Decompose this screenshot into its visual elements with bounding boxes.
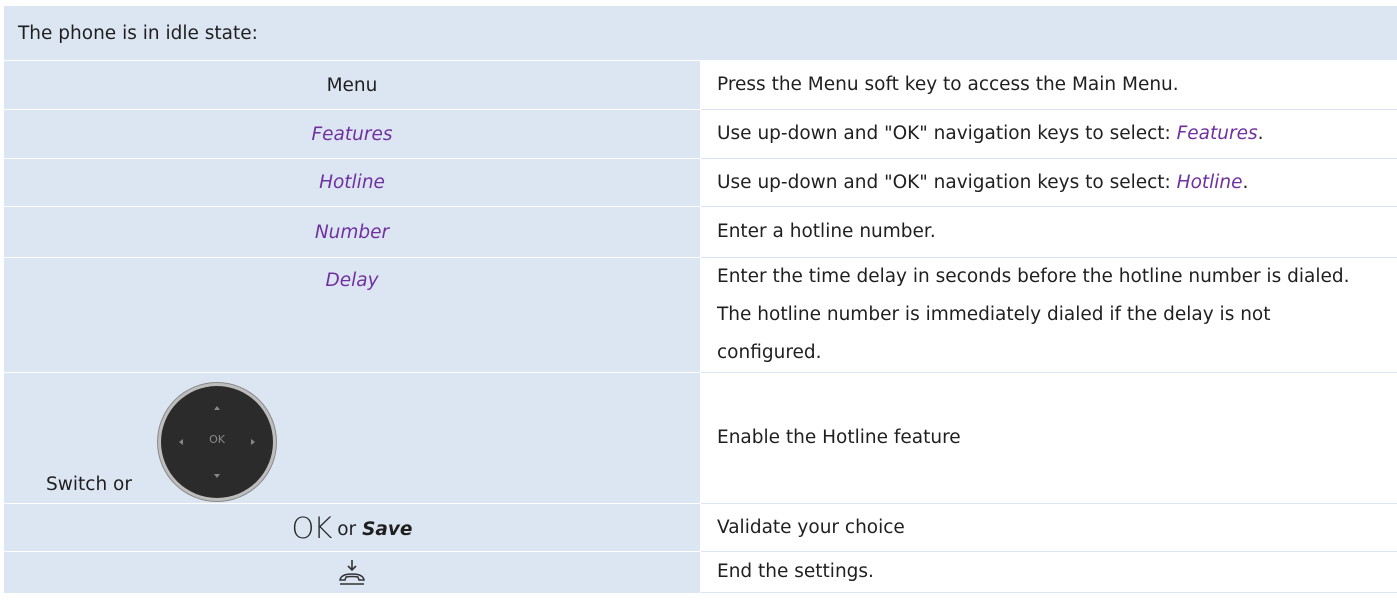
step-row: OK or Save Validate your choice <box>4 503 1397 552</box>
menu-item-hotline: Hotline <box>1176 171 1243 193</box>
or-text: or <box>337 518 357 540</box>
step-row: Menu Press the Menu soft key to access t… <box>4 60 1397 110</box>
step-description: Validate your choice <box>700 503 1397 552</box>
step-description: Enter the time delay in seconds before t… <box>700 257 1397 373</box>
menu-item-features: Features <box>1176 123 1258 144</box>
step-row: End the settings. <box>4 551 1397 593</box>
save-softkey-label: Save <box>362 518 413 540</box>
nav-ok-label: OK <box>209 433 225 446</box>
step-description: Press the Menu soft key to access the Ma… <box>700 60 1397 110</box>
step-description: Enable the Hotline feature <box>700 372 1397 504</box>
nav-key-container: Switch or OK <box>4 373 700 503</box>
key-switch: Switch or OK <box>4 372 701 504</box>
step-description: Use up-down and "OK" navigation keys to … <box>700 109 1397 159</box>
step-row: Number Enter a hotline number. <box>4 206 1397 258</box>
procedure-table: The phone is in idle state: Menu Press t… <box>4 5 1397 593</box>
key-ok-or-save: OK or Save <box>4 503 701 552</box>
step-description: Enter a hotline number. <box>700 206 1397 258</box>
step-row: Switch or OK Enable the Hotline feature <box>4 372 1397 504</box>
ok-key-icon: OK <box>291 510 333 545</box>
header-row: The phone is in idle state: <box>4 5 1397 61</box>
step-description-suffix: . <box>1257 123 1264 144</box>
key-hotline: Hotline <box>4 158 701 207</box>
step-description-text: Use up-down and "OK" navigation keys to … <box>717 123 1177 144</box>
navigation-ok-key-icon: OK <box>161 386 273 498</box>
key-hang-up <box>4 551 701 593</box>
table-header: The phone is in idle state: <box>4 5 1397 61</box>
key-features: Features <box>4 109 701 159</box>
key-menu: Menu <box>4 60 701 110</box>
switch-label: Switch or <box>46 474 132 495</box>
key-delay: Delay <box>4 257 701 373</box>
step-row: Features Use up-down and "OK" navigation… <box>4 109 1397 159</box>
step-description-text: Use up-down and "OK" navigation keys to … <box>717 171 1177 193</box>
step-description: End the settings. <box>700 551 1397 593</box>
arrow-up-icon <box>214 406 220 410</box>
step-row: Hotline Use up-down and "OK" navigation … <box>4 158 1397 207</box>
hang-up-icon <box>339 560 365 585</box>
key-number: Number <box>4 206 701 258</box>
step-description-suffix: . <box>1242 171 1249 193</box>
step-row: Delay Enter the time delay in seconds be… <box>4 257 1397 373</box>
step-description: Use up-down and "OK" navigation keys to … <box>700 158 1397 207</box>
arrow-down-icon <box>214 474 220 478</box>
